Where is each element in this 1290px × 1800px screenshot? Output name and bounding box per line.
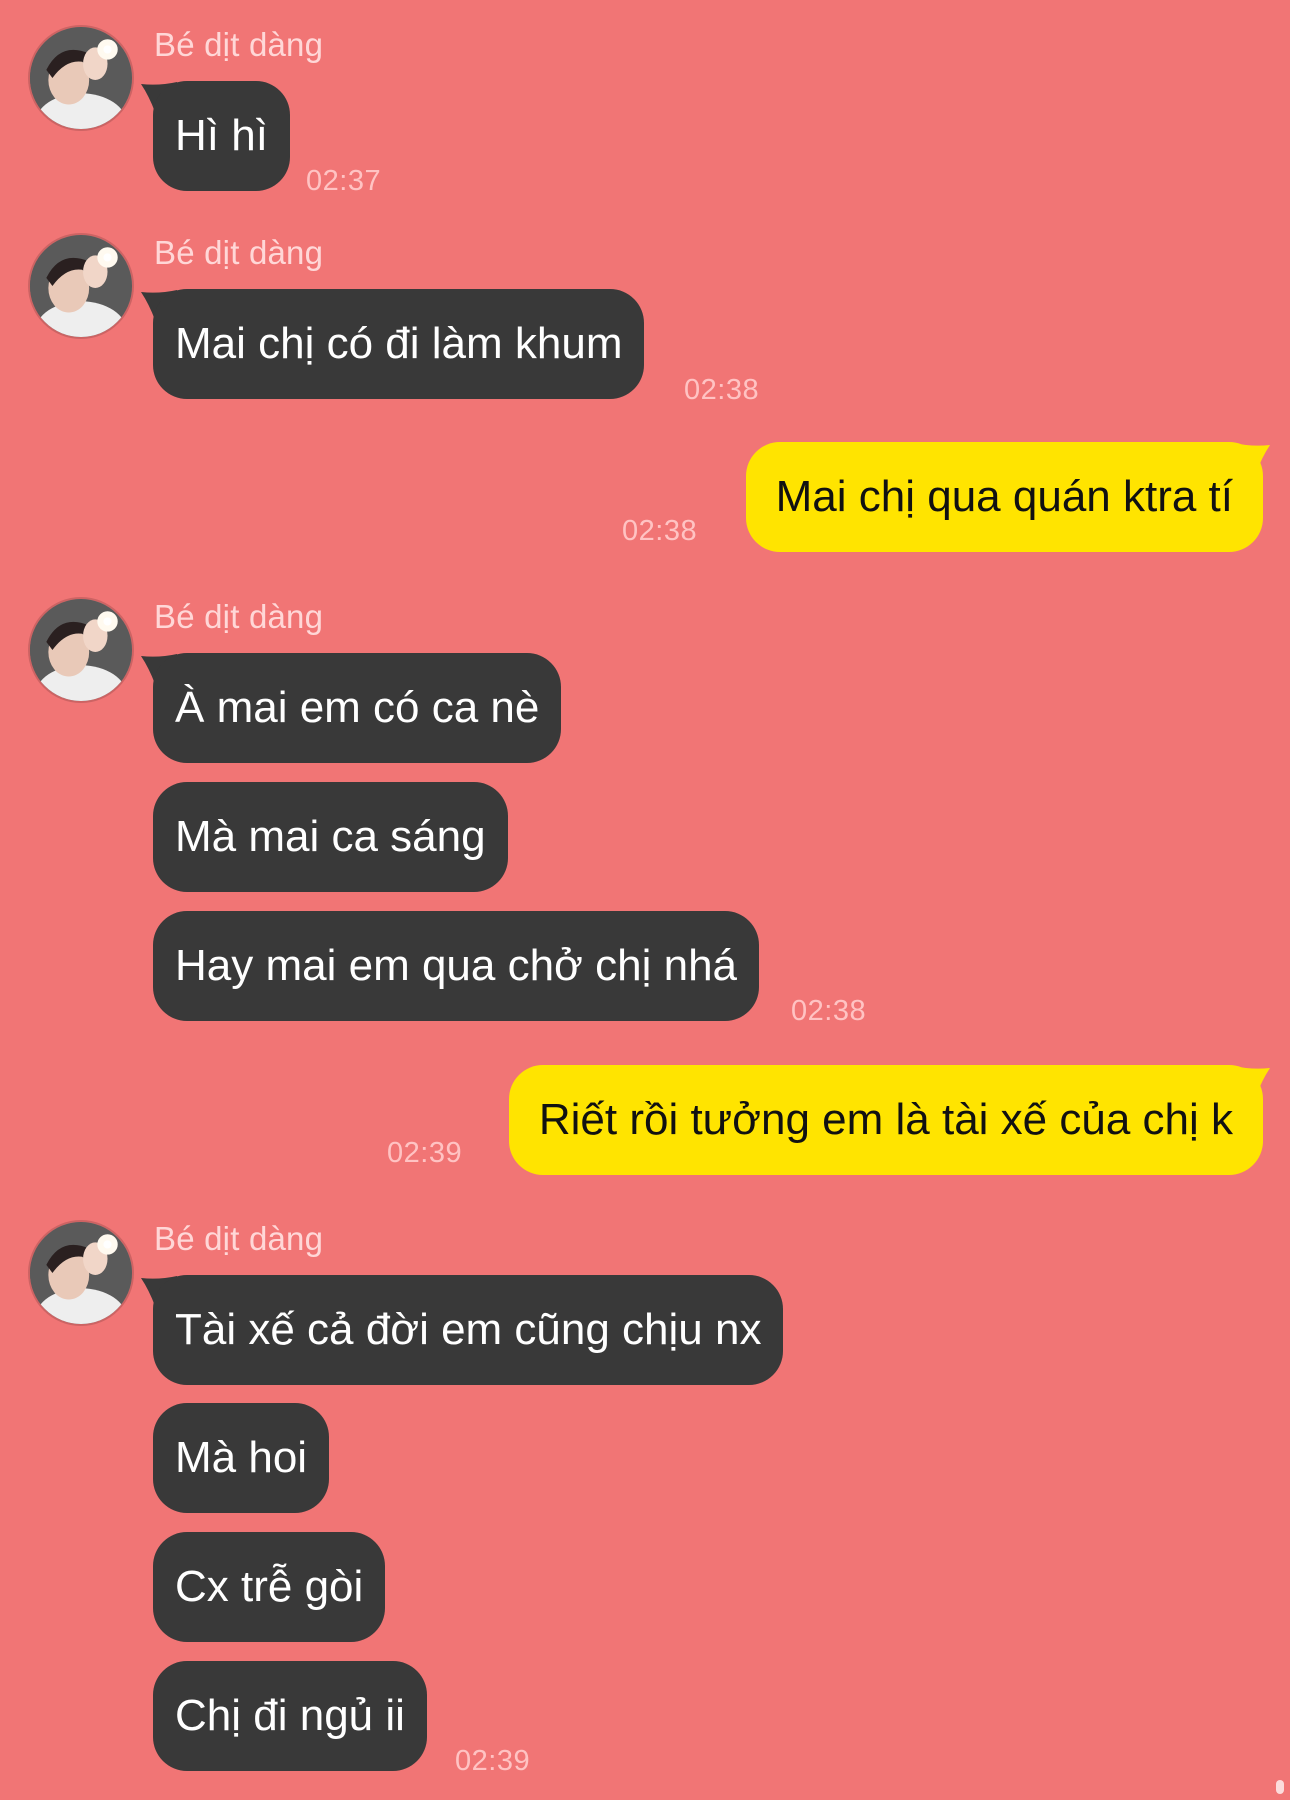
chat-thread: Bé dịt dàng Hì hì 02:37 Bé dịt dàng Mai …	[0, 0, 1290, 1800]
scrollbar-thumb[interactable]	[1276, 1780, 1284, 1794]
selfie-avatar-icon	[30, 27, 132, 129]
contact-avatar[interactable]	[30, 27, 132, 129]
message-bubble-incoming[interactable]: Hì hì	[153, 81, 290, 191]
sender-name: Bé dịt dàng	[154, 1220, 324, 1257]
message-timestamp: 02:38	[622, 515, 698, 547]
message-bubble-incoming[interactable]: Hay mai em qua chở chị nhá	[153, 911, 760, 1021]
message-bubble-incoming[interactable]: Mai chị có đi làm khum	[153, 289, 645, 399]
message-timestamp: 02:39	[387, 1137, 463, 1169]
selfie-avatar-icon	[30, 599, 132, 701]
message-timestamp: 02:37	[306, 165, 382, 197]
sender-name: Bé dịt dàng	[154, 26, 324, 63]
message-bubble-incoming[interactable]: Mà mai ca sáng	[153, 782, 508, 892]
message-timestamp: 02:39	[455, 1745, 531, 1777]
message-bubble-incoming[interactable]: Tài xế cả đời em cũng chịu nx	[153, 1275, 784, 1385]
selfie-avatar-icon	[30, 235, 132, 337]
message-timestamp: 02:38	[684, 374, 760, 406]
sender-name: Bé dịt dàng	[154, 598, 324, 635]
message-bubble-incoming[interactable]: À mai em có ca nè	[153, 653, 562, 763]
sender-name: Bé dịt dàng	[154, 234, 324, 271]
message-bubble-incoming[interactable]: Cx trễ gòi	[153, 1532, 386, 1642]
selfie-avatar-icon	[30, 1222, 132, 1324]
contact-avatar[interactable]	[30, 235, 132, 337]
message-bubble-outgoing[interactable]: Mai chị qua quán ktra tí	[745, 442, 1263, 552]
message-bubble-incoming[interactable]: Chị đi ngủ ii	[153, 1661, 427, 1771]
contact-avatar[interactable]	[30, 1222, 132, 1324]
message-bubble-outgoing[interactable]: Riết rồi tưởng em là tài xế của chị k	[508, 1065, 1263, 1175]
message-bubble-incoming[interactable]: Mà hoi	[153, 1403, 330, 1513]
contact-avatar[interactable]	[30, 599, 132, 701]
message-timestamp: 02:38	[791, 995, 867, 1027]
